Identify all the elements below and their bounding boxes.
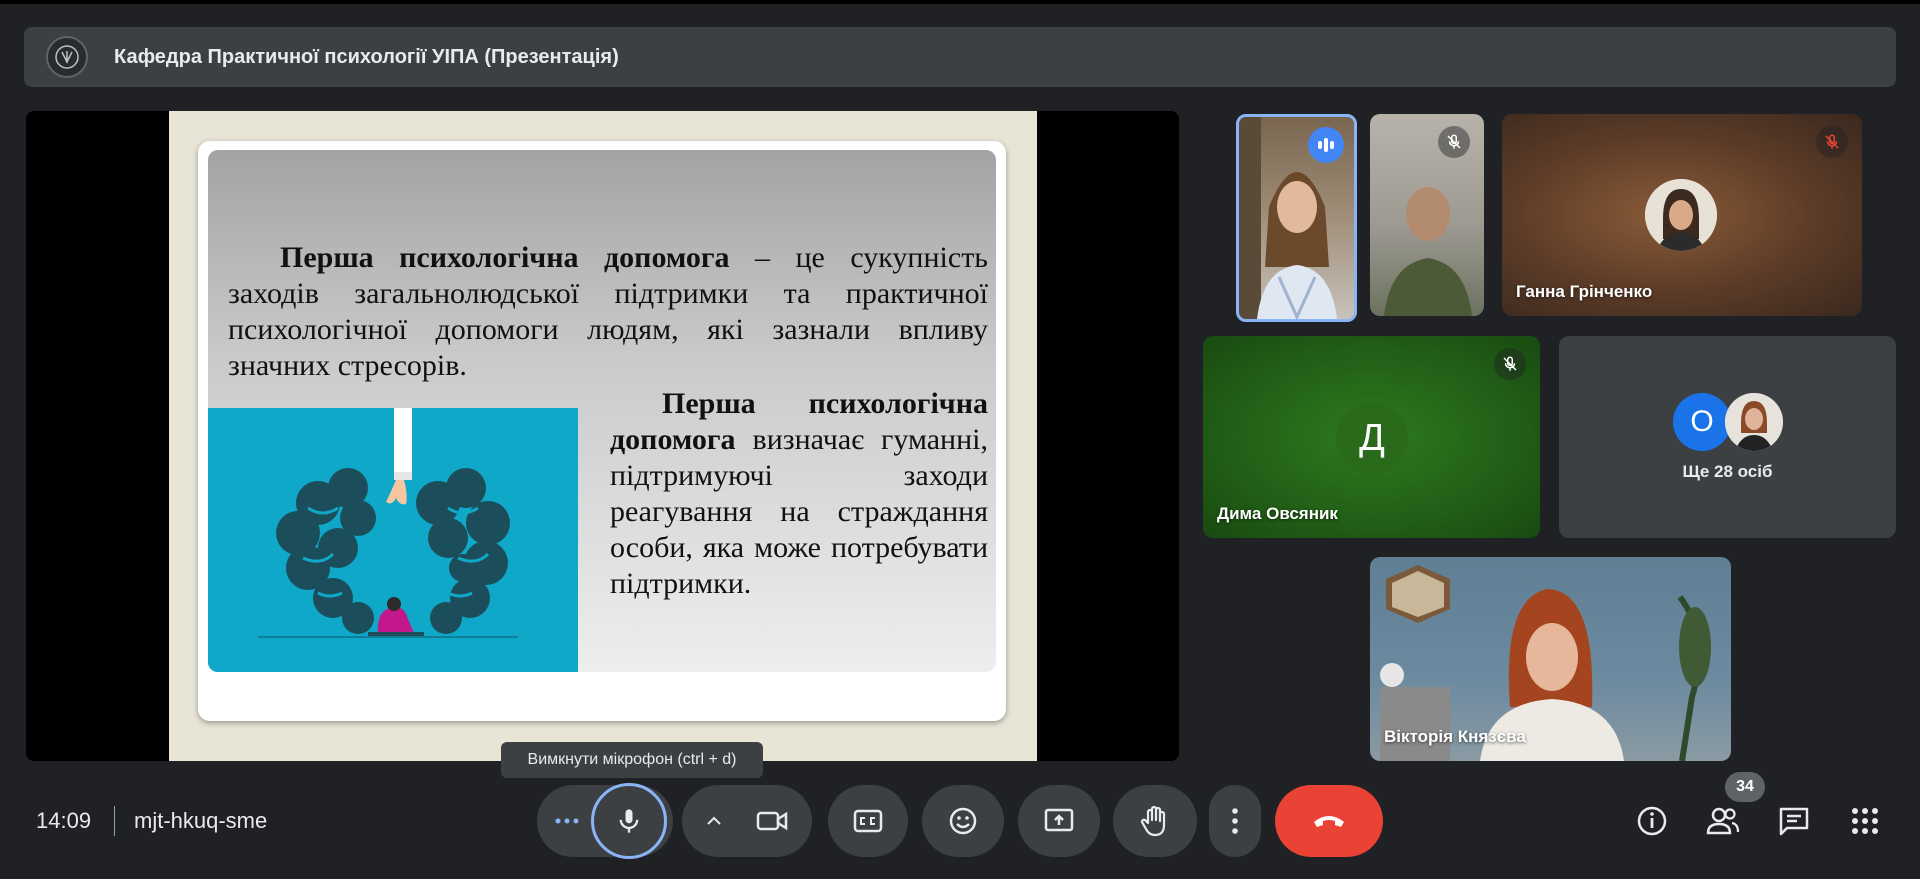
meeting-info-button[interactable] [1628,797,1676,845]
avatar: О [1673,393,1731,451]
captions-button[interactable] [828,785,908,857]
participant-name: Вікторія Князєва [1384,727,1526,746]
more-options-icon[interactable] [547,801,587,841]
presentation-title: Кафедра Практичної психології УІПА (През… [114,45,619,68]
meeting-time: 14:09 [36,808,92,833]
people-icon [1706,807,1740,835]
top-edge [0,0,1920,4]
emoji-button[interactable] [922,785,1004,857]
camera-icon [756,811,788,831]
camera-button[interactable] [736,785,808,857]
slide-background: Перша психологічна допомога – це сукупні… [169,111,1037,761]
presentation-stage[interactable]: Перша психологічна допомога – це сукупні… [26,111,1179,761]
mic-off-icon [1494,348,1526,380]
people-button[interactable] [1699,797,1747,845]
slide-card: Перша психологічна допомога – це сукупні… [198,141,1006,721]
participant-name: Ганна Грінченко [1516,282,1653,301]
chat-icon [1779,807,1809,836]
apps-button[interactable] [1841,797,1889,845]
avatar-initial: О [1690,405,1714,438]
meeting-code[interactable]: mjt-hkuq-sme [134,808,267,834]
slide-paragraph-1: Перша психологічна допомога – це сукупні… [228,240,988,384]
slide-paragraph-2: Перша психологічна допомога визначає гум… [610,386,988,602]
participant-name: Дима Овсяник [1217,504,1338,523]
participant-tile-ganna[interactable]: Ганна Грінченко [1502,114,1862,316]
participant-tile-speaking[interactable] [1236,114,1357,322]
captions-icon [853,809,883,833]
more-options-button[interactable] [1209,785,1261,857]
camera-options-button[interactable] [694,801,734,841]
camera-control-group [682,785,812,857]
avatar: Д [1336,402,1408,474]
chevron-up-icon [707,816,721,825]
end-call-button[interactable] [1275,785,1383,857]
emoji-icon [949,807,977,835]
microphone-icon [619,809,639,833]
participant-tile-2[interactable] [1370,114,1484,316]
chat-button[interactable] [1770,797,1818,845]
present-button[interactable] [1018,785,1100,857]
mic-control-group [537,783,673,859]
info-icon [1637,806,1667,836]
slide-content: Перша психологічна допомога – це сукупні… [208,150,996,672]
end-call-icon [1314,816,1344,827]
avatar-initial: Д [1359,416,1385,459]
university-logo [46,36,88,78]
avatar [1645,179,1717,251]
brain-illustration [208,408,578,672]
mic-off-icon [1816,126,1848,158]
raise-hand-button[interactable] [1113,785,1197,857]
more-vert-icon [1232,808,1238,834]
apps-icon [1852,808,1878,834]
speaking-icon [1308,127,1344,163]
microphone-button[interactable] [591,783,667,859]
present-icon [1044,808,1074,832]
presentation-bar: Кафедра Практичної психології УІПА (През… [24,27,1896,87]
participant-tile-others[interactable]: О Ще 28 осіб [1559,336,1896,538]
avatar [1725,393,1783,451]
others-count-label: Ще 28 осіб [1682,462,1773,481]
participant-tile-dyma[interactable]: Д Дима Овсяник [1203,336,1540,538]
raise-hand-icon [1140,805,1166,837]
slide-paragraph-1-bold: Перша психологічна допомога [280,241,730,274]
mic-off-icon [1438,126,1470,158]
divider [114,806,115,836]
participant-tile-viktoria[interactable]: Вікторія Князєва [1370,557,1731,761]
mic-tooltip: Вимкнути мікрофон (ctrl + d) [501,742,763,778]
